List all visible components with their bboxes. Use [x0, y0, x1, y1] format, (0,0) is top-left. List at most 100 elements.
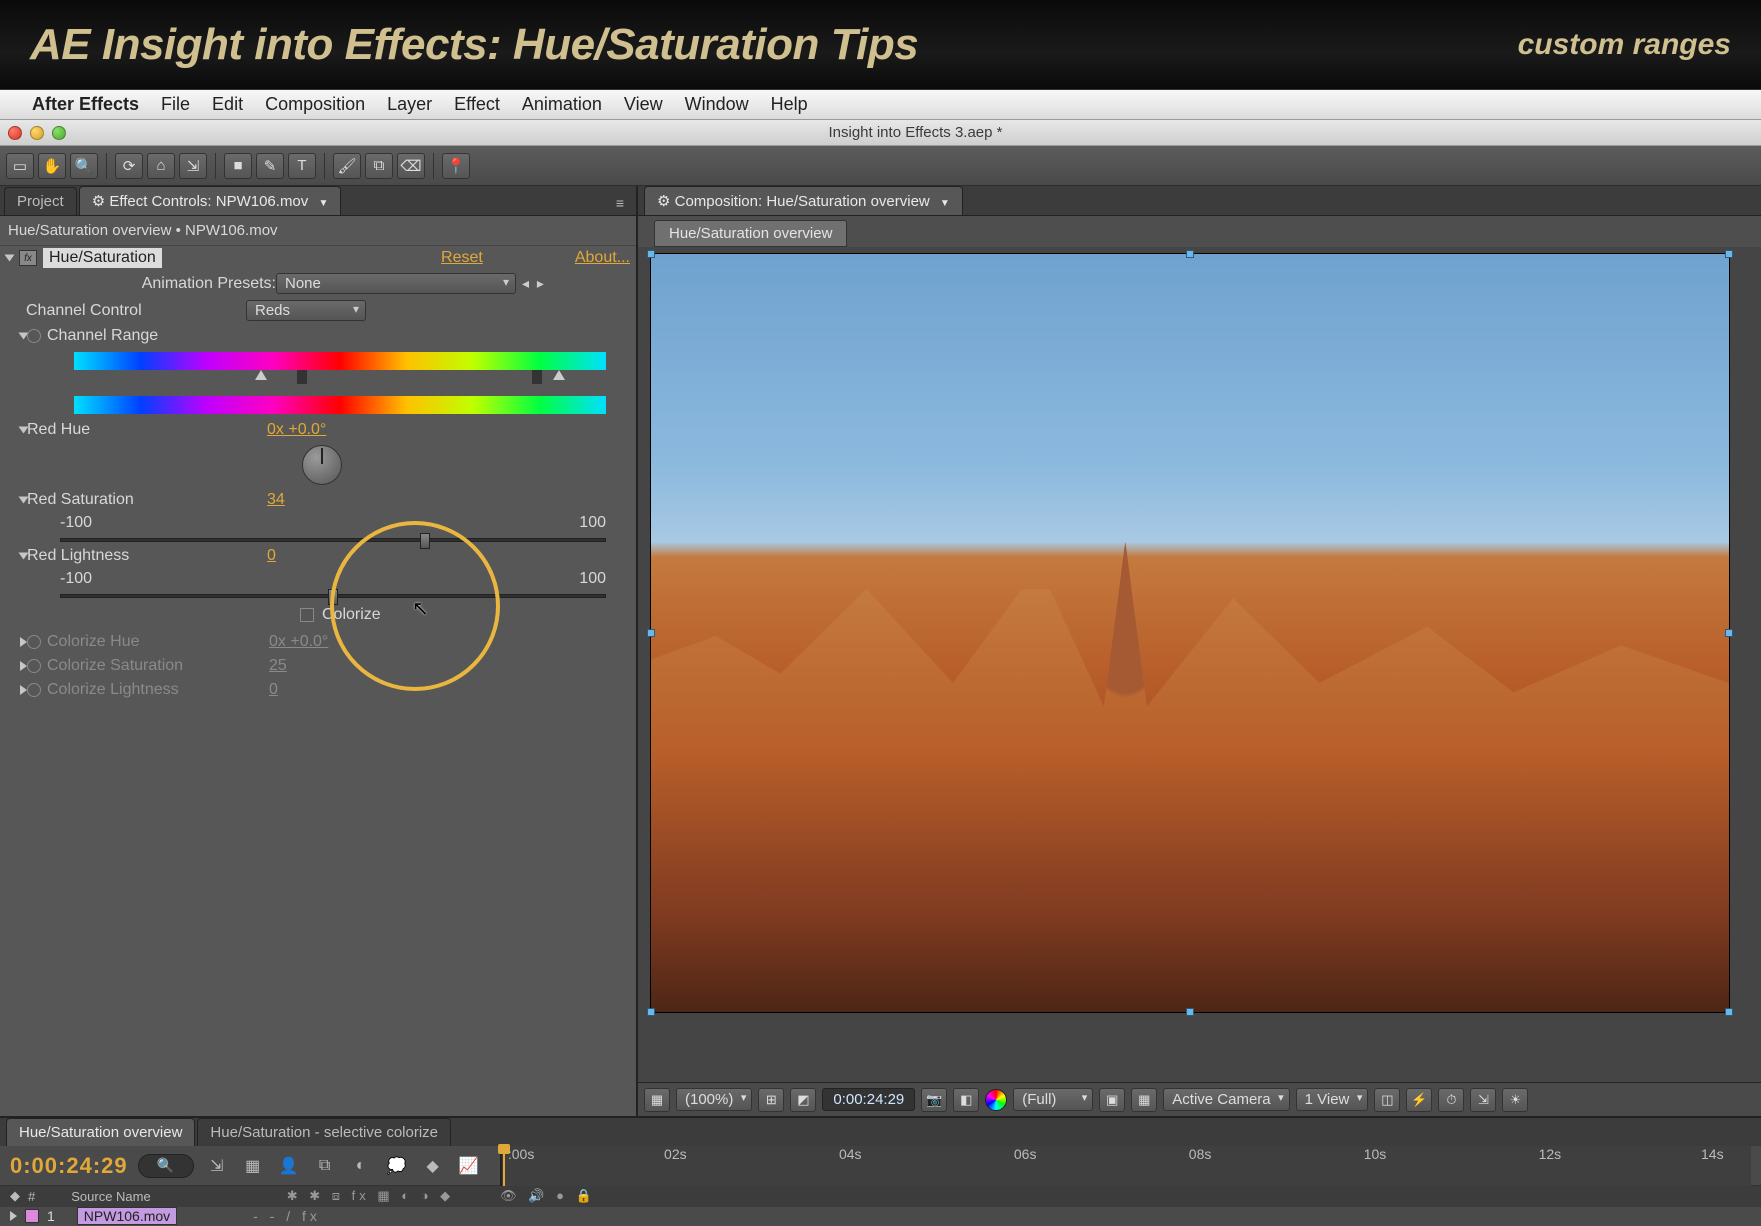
menu-composition[interactable]: Composition — [265, 94, 365, 115]
pixel-aspect-icon[interactable]: ◫ — [1374, 1088, 1400, 1112]
motion-blur-icon[interactable]: ◐ — [348, 1154, 374, 1178]
brainstorm-icon[interactable]: 💭 — [384, 1154, 410, 1178]
draft3d-icon[interactable]: ▦ — [240, 1154, 266, 1178]
exposure-icon[interactable]: ☀ — [1502, 1088, 1528, 1112]
animation-presets-dropdown[interactable]: None — [276, 273, 516, 294]
channel-range-spectrum[interactable] — [0, 348, 636, 418]
av-header-icons[interactable]: 👁 🔊 ● 🔒 — [500, 1188, 596, 1204]
chevron-down-icon[interactable]: ▼ — [940, 198, 950, 209]
flowchart-icon[interactable]: ⇲ — [1470, 1088, 1496, 1112]
zoom-tool-icon[interactable]: 🔍 — [70, 153, 98, 179]
layer-switches[interactable]: - - / fx — [253, 1208, 321, 1224]
red-hue-value[interactable]: 0x +0.0° — [267, 421, 326, 439]
twirl-down-icon[interactable] — [19, 427, 29, 434]
slider-track[interactable] — [60, 538, 606, 542]
zoom-dropdown[interactable]: (100%) — [676, 1088, 752, 1111]
timeline-timecode[interactable]: 0:00:24:29 — [10, 1153, 128, 1179]
range-markers[interactable] — [74, 370, 606, 388]
red-lightness-slider[interactable]: -100100 — [0, 568, 636, 600]
hand-tool-icon[interactable]: ✋ — [38, 153, 66, 179]
slider-thumb[interactable] — [420, 533, 430, 549]
transform-handle[interactable] — [647, 629, 655, 637]
resolution-dropdown[interactable]: (Full) — [1013, 1088, 1093, 1111]
time-ruler[interactable]: :00s 02s 04s 06s 08s 10s 12s 14s — [500, 1146, 1751, 1186]
layer-name[interactable]: NPW106.mov — [77, 1207, 177, 1225]
tab-composition[interactable]: ⚙ Composition: Hue/Saturation overview ▼ — [644, 186, 963, 215]
graph-editor-icon[interactable]: 📈 — [456, 1154, 482, 1178]
red-lightness-value[interactable]: 0 — [267, 547, 276, 565]
transparency-grid-icon[interactable]: ▦ — [1131, 1088, 1157, 1112]
transform-handle[interactable] — [1725, 1008, 1733, 1016]
preset-nav-arrows-icon[interactable]: ◂ ▸ — [522, 275, 546, 292]
clone-tool-icon[interactable]: ⧉ — [365, 153, 393, 179]
current-time-display[interactable]: 0:00:24:29 — [822, 1088, 915, 1111]
red-saturation-value[interactable]: 34 — [267, 491, 285, 509]
safe-zones-icon[interactable]: ⊞ — [758, 1088, 784, 1112]
brush-tool-icon[interactable]: 🖌 — [333, 153, 361, 179]
pen-tool-icon[interactable]: ✎ — [256, 153, 284, 179]
rotation-tool-icon[interactable]: ⟳ — [115, 153, 143, 179]
close-window-button[interactable] — [8, 126, 22, 140]
comp-subtab[interactable]: Hue/Saturation overview — [654, 220, 847, 247]
channel-control-dropdown[interactable]: Reds — [246, 300, 366, 321]
switches-header-icons[interactable]: ✱ ✱ ⧈ fx ▦ ◐ ◑ ◆ — [287, 1188, 454, 1204]
playhead-icon[interactable] — [503, 1146, 505, 1186]
rect-tool-icon[interactable]: ■ — [224, 153, 252, 179]
tab-project[interactable]: Project — [4, 187, 77, 215]
auto-keyframe-icon[interactable]: ◆ — [420, 1154, 446, 1178]
panel-menu-icon[interactable]: ≡ — [608, 191, 632, 215]
menu-edit[interactable]: Edit — [212, 94, 243, 115]
timeline-tab-a[interactable]: Hue/Saturation overview — [6, 1118, 195, 1146]
stopwatch-icon[interactable] — [27, 329, 41, 343]
menu-app[interactable]: After Effects — [32, 94, 139, 115]
eraser-tool-icon[interactable]: ⌫ — [397, 153, 425, 179]
window-titlebar[interactable]: Insight into Effects 3.aep * — [0, 120, 1761, 146]
shy-icon[interactable]: 👤 — [276, 1154, 302, 1178]
range-falloff-right-icon[interactable] — [553, 370, 565, 380]
type-tool-icon[interactable]: T — [288, 153, 316, 179]
menu-help[interactable]: Help — [771, 94, 808, 115]
hue-dial[interactable] — [302, 445, 342, 485]
fast-previews-icon[interactable]: ⚡ — [1406, 1088, 1432, 1112]
snapshot-icon[interactable]: 📷 — [921, 1088, 947, 1112]
chevron-down-icon[interactable]: ▼ — [318, 198, 328, 209]
col-label-tag-icon[interactable]: ◆ — [10, 1188, 20, 1204]
tab-effect-controls[interactable]: ⚙ Effect Controls: NPW106.mov ▼ — [79, 186, 342, 215]
transform-handle[interactable] — [1725, 629, 1733, 637]
always-preview-icon[interactable]: ▦ — [644, 1088, 670, 1112]
twirl-right-icon[interactable] — [10, 1211, 17, 1221]
transform-handle[interactable] — [1725, 250, 1733, 258]
comp-mini-flowchart-icon[interactable]: ⇲ — [204, 1154, 230, 1178]
zoom-window-button[interactable] — [52, 126, 66, 140]
channel-icon[interactable]: ◧ — [953, 1088, 979, 1112]
mac-menubar[interactable]: After Effects File Edit Composition Laye… — [0, 90, 1761, 120]
views-dropdown[interactable]: 1 View — [1296, 1088, 1369, 1111]
layer-row[interactable]: 1 NPW106.mov - - / fx — [0, 1207, 1761, 1226]
puppet-tool-icon[interactable]: 📍 — [442, 153, 470, 179]
roi-icon[interactable]: ▣ — [1099, 1088, 1125, 1112]
menu-layer[interactable]: Layer — [387, 94, 432, 115]
fx-enable-icon[interactable]: fx — [19, 250, 37, 266]
camera-tool-icon[interactable]: ⌂ — [147, 153, 175, 179]
red-saturation-slider[interactable]: -100100 — [0, 512, 636, 544]
menu-animation[interactable]: Animation — [522, 94, 602, 115]
menu-file[interactable]: File — [161, 94, 190, 115]
transform-handle[interactable] — [647, 1008, 655, 1016]
twirl-down-icon[interactable] — [19, 553, 29, 560]
composition-viewer[interactable] — [638, 247, 1761, 1082]
pan-behind-tool-icon[interactable]: ⇲ — [179, 153, 207, 179]
range-start-icon[interactable] — [297, 370, 307, 384]
menu-window[interactable]: Window — [685, 94, 749, 115]
transform-handle[interactable] — [647, 250, 655, 258]
timeline-tab-b[interactable]: Hue/Saturation - selective colorize — [197, 1118, 451, 1146]
about-link[interactable]: About... — [575, 249, 630, 267]
colorize-checkbox[interactable] — [300, 608, 314, 622]
range-end-icon[interactable] — [532, 370, 542, 384]
menu-view[interactable]: View — [624, 94, 663, 115]
frame-blend-icon[interactable]: ⧉ — [312, 1154, 338, 1178]
transform-handle[interactable] — [1186, 250, 1194, 258]
reset-link[interactable]: Reset — [441, 249, 483, 267]
mask-toggle-icon[interactable]: ◩ — [790, 1088, 816, 1112]
selection-tool-icon[interactable]: ▭ — [6, 153, 34, 179]
minimize-window-button[interactable] — [30, 126, 44, 140]
